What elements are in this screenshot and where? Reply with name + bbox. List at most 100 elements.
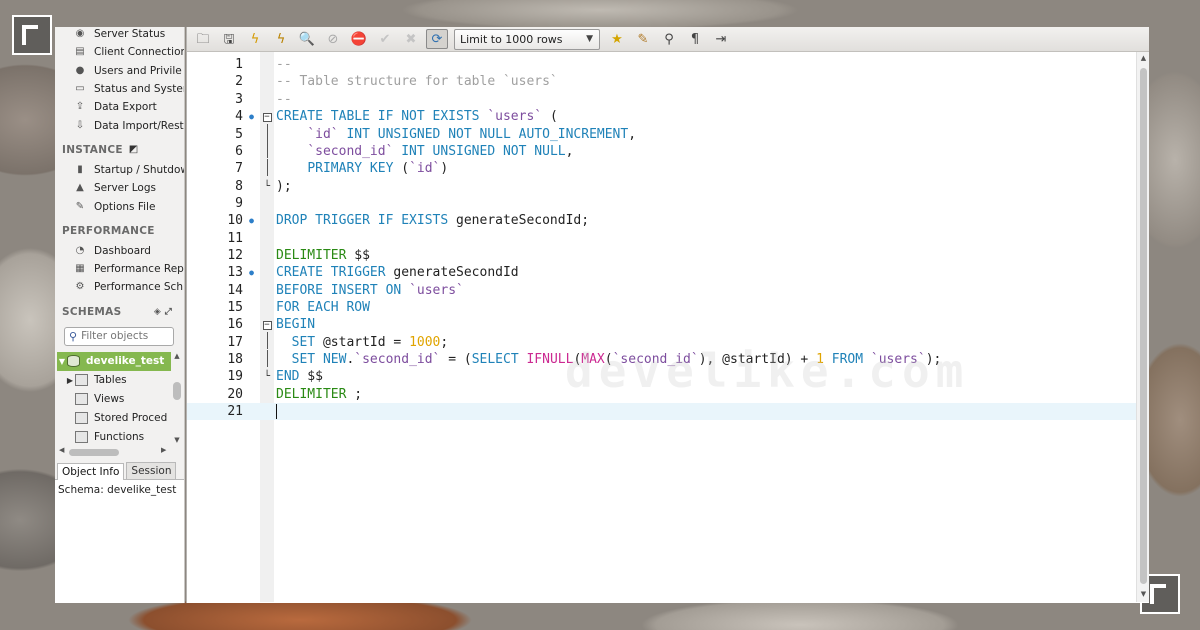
execute-icon[interactable]: ϟ: [244, 29, 266, 49]
collapse-arrow-icon[interactable]: ▼: [57, 357, 67, 366]
scroll-up-icon[interactable]: ▲: [172, 352, 182, 360]
code-line[interactable]: 6 `second_id` INT UNSIGNED NOT NULL,: [187, 141, 1137, 160]
users-icon: ●: [75, 64, 85, 76]
scroll-down-icon[interactable]: ▼: [172, 436, 182, 444]
line-number: 15: [227, 300, 243, 316]
scroll-down-icon[interactable]: ▼: [1137, 590, 1149, 598]
tree-horizontal-thumb[interactable]: [69, 448, 119, 456]
code-line[interactable]: 13 ● CREATE TRIGGER generateSecondId: [187, 264, 1137, 281]
rollback-icon[interactable]: ✖: [400, 29, 422, 49]
code-line[interactable]: 1 --: [187, 56, 1137, 73]
sidebar-item-dashboard[interactable]: ◔ Dashboard: [55, 242, 184, 260]
fold-toggle-icon[interactable]: −: [260, 319, 274, 331]
execute-current-icon[interactable]: ϟ: [270, 29, 292, 49]
fold-toggle-icon[interactable]: −: [260, 111, 274, 123]
limit-rows-select[interactable]: Limit to 1000 rows ▼: [454, 28, 600, 50]
sidebar-item-data-export[interactable]: ⇪ Data Export: [55, 98, 184, 116]
stop-icon[interactable]: ⊘: [322, 29, 344, 49]
find-icon[interactable]: ⚲: [658, 29, 680, 49]
line-number: 6: [235, 143, 243, 159]
code-line[interactable]: 11: [187, 230, 1137, 247]
tree-vertical-thumb[interactable]: [173, 381, 181, 400]
code-line[interactable]: 16 − BEGIN: [187, 316, 1137, 333]
invisible-chars-icon[interactable]: ¶: [684, 29, 706, 49]
word-wrap-icon[interactable]: ⇥: [710, 29, 732, 49]
code-text: [274, 404, 277, 420]
sidebar-item-startup[interactable]: ▮ Startup / Shutdow: [55, 161, 184, 179]
sidebar-item-data-import[interactable]: ⇩ Data Import/Resto: [55, 116, 184, 134]
commit-icon[interactable]: ✔: [374, 29, 396, 49]
sidebar-item-label: Server Logs: [94, 182, 156, 195]
code-line[interactable]: 9: [187, 195, 1137, 212]
code-line[interactable]: 20 DELIMITER ;: [187, 386, 1137, 403]
code-line[interactable]: 7 PRIMARY KEY (`id`): [187, 158, 1137, 177]
tab-object-info[interactable]: Object Info: [57, 462, 125, 480]
filter-objects-input[interactable]: [81, 330, 166, 343]
code-line[interactable]: 3 --: [187, 91, 1137, 108]
open-folder-icon[interactable]: 🗀: [192, 29, 214, 49]
code-line[interactable]: 10 ● DROP TRIGGER IF EXISTS generateSecond…: [187, 212, 1137, 229]
sql-editor-window: 🗀 🖫 ϟ ϟ 🔍 ⊘ ⛔ ✔ ✖ ⟳ Limit to 1000 rows ▼…: [186, 27, 1149, 603]
save-icon[interactable]: 🖫: [218, 29, 240, 49]
code-line[interactable]: 15 FOR EACH ROW: [187, 299, 1137, 316]
code-editor[interactable]: 1 -- 2 -- Table structure for table `users`…: [187, 52, 1149, 602]
line-number: 18: [227, 352, 243, 368]
add-snippet-icon[interactable]: ★: [606, 29, 628, 49]
line-number: 20: [227, 386, 243, 402]
code-text: CREATE TRIGGER generateSecondId: [276, 265, 519, 281]
expand-arrow-icon[interactable]: ▶: [65, 376, 75, 385]
scroll-up-icon[interactable]: ▲: [1137, 54, 1149, 62]
explain-icon[interactable]: 🔍: [296, 29, 318, 49]
sidebar-item-performance-schema[interactable]: ⚙ Performance Sch: [55, 278, 184, 296]
tab-session[interactable]: Session: [126, 461, 177, 479]
startup-icon: ▮: [77, 163, 83, 175]
scroll-left-icon[interactable]: ◀: [59, 446, 64, 454]
filter-objects-field[interactable]: ⚲: [64, 326, 174, 346]
tree-horizontal-scrollbar[interactable]: ◀ ▶: [55, 446, 184, 458]
fold-end: └: [263, 371, 271, 383]
instance-header: INSTANCE ◩: [62, 143, 139, 156]
schema-tree: ▼ develike_test ▶ Tables Views Stored Pr…: [55, 351, 184, 447]
sidebar-item-server-status[interactable]: ◉ Server Status: [55, 27, 184, 43]
tree-item-tables[interactable]: ▶ Tables: [55, 371, 184, 390]
schema-item-develike-test[interactable]: ▼ develike_test: [57, 351, 171, 371]
code-text: BEFORE INSERT ON `users`: [276, 282, 464, 298]
tree-vertical-scrollbar[interactable]: ▲ ▼: [172, 352, 182, 444]
editor-scroll-thumb[interactable]: [1140, 68, 1147, 584]
code-line[interactable]: 4 ● − CREATE TABLE IF NOT EXISTS `users` (: [187, 108, 1137, 125]
code-line[interactable]: 12 DELIMITER $$: [187, 247, 1137, 264]
code-line[interactable]: 19 └ END $$: [187, 368, 1137, 385]
code-text: );: [276, 178, 292, 194]
code-text: `second_id` INT UNSIGNED NOT NULL,: [307, 143, 574, 159]
tree-item-functions[interactable]: Functions: [55, 428, 184, 447]
code-line[interactable]: 2 -- Table structure for table `users`: [187, 73, 1137, 90]
code-text: -- Table structure for table `users`: [276, 74, 558, 90]
code-line[interactable]: 8 └);: [187, 177, 1137, 194]
tree-item-views[interactable]: Views: [55, 390, 184, 409]
beautify-icon[interactable]: ✎: [632, 29, 654, 49]
expand-icon[interactable]: ⤢: [164, 307, 172, 317]
code-line[interactable]: 17 SET @startId = 1000;: [187, 332, 1137, 351]
code-line[interactable]: 21: [187, 403, 1137, 421]
sidebar-item-options-file[interactable]: ✎ Options File: [55, 197, 184, 215]
data-export-icon: ⇪: [75, 101, 85, 113]
sidebar-item-performance-reports[interactable]: ▦ Performance Rep: [55, 260, 184, 278]
code-line[interactable]: 5 `id` INT UNSIGNED NOT NULL AUTO_INCREM…: [187, 124, 1137, 142]
autocommit-icon[interactable]: ⟳: [426, 29, 448, 49]
code-line[interactable]: 14 BEFORE INSERT ON `users`: [187, 282, 1137, 299]
sidebar-item-users[interactable]: ● Users and Privile: [55, 62, 184, 80]
sidebar-item-server-logs[interactable]: ▲ Server Logs: [55, 179, 184, 197]
tree-item-stored-procedures[interactable]: Stored Proced: [55, 409, 184, 428]
sidebar-item-status-variables[interactable]: ▭ Status and Syster: [55, 80, 184, 98]
code-text: END $$: [276, 369, 323, 385]
performance-section: ◔ Dashboard ▦ Performance Rep ⚙ Performance S…: [55, 242, 184, 297]
performance-reports-icon: ▦: [75, 263, 85, 275]
editor-vertical-scrollbar[interactable]: ▲ ▼: [1136, 52, 1149, 602]
refresh-schemas-icon[interactable]: ◈: [154, 307, 161, 317]
functions-folder-icon: [75, 431, 88, 444]
code-line[interactable]: 18 SET NEW.`second_id` = (SELECT IFNULL(…: [187, 349, 1137, 368]
scroll-right-icon[interactable]: ▶: [161, 446, 166, 454]
line-number: 4: [235, 109, 243, 125]
toggle-error-icon[interactable]: ⛔: [348, 29, 370, 49]
sidebar-item-client-connections[interactable]: ▤ Client Connection: [55, 43, 184, 61]
